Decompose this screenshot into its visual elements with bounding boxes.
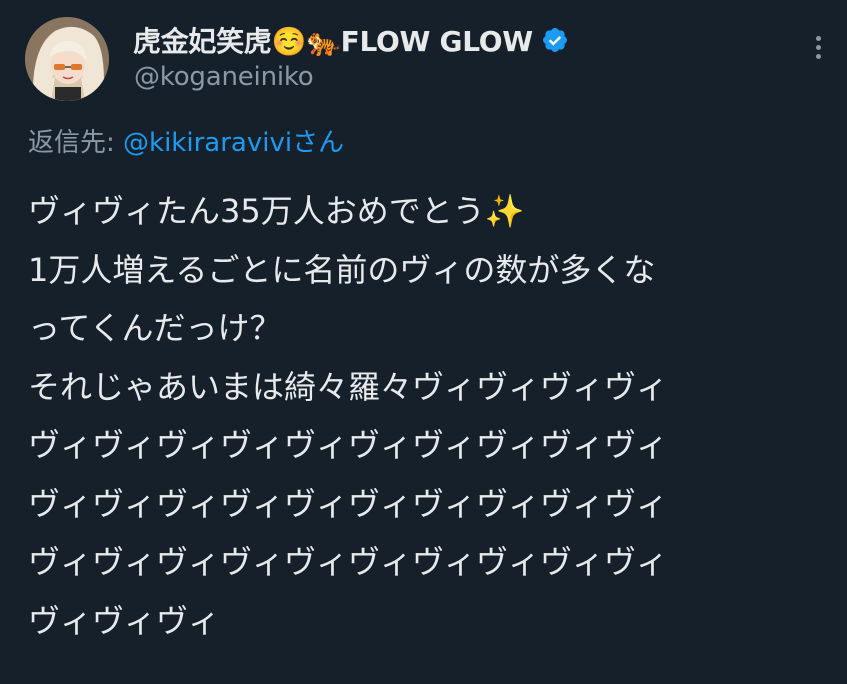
tweet-text-line: 1万人増えるごとに名前のヴィの数が多くな	[28, 250, 656, 289]
reply-user-suffix[interactable]: さん	[292, 128, 344, 158]
user-handle[interactable]: @koganeiniko	[134, 62, 314, 92]
tweet-text-line: ヴィヴィヴィヴィヴィヴィヴィヴィヴィヴィ	[28, 484, 669, 523]
more-dot	[815, 35, 821, 41]
reply-label: 返信先:	[28, 128, 124, 158]
more-dot	[815, 53, 821, 59]
tweet-text-line: ってくんだっけ？	[28, 309, 282, 347]
tweet-text-line: ヴィヴィヴィ	[28, 601, 221, 640]
tweet-text-line: ヴィヴィたん35万人おめでとう✨	[28, 192, 525, 230]
replying-to: 返信先: @kikiraraviviさん	[28, 122, 344, 159]
avatar-image	[25, 17, 109, 101]
tweet-text-line: ヴィヴィヴィヴィヴィヴィヴィヴィヴィヴィ	[28, 426, 669, 464]
avatar[interactable]	[25, 17, 109, 101]
tweet-text-line: ヴィヴィヴィヴィヴィヴィヴィヴィヴィヴィ	[28, 543, 669, 581]
tweet-text-line: それじゃあいまは綺々羅々ヴィヴィヴィヴィ	[28, 367, 669, 406]
tweet-text: ヴィヴィたん35万人おめでとう✨ 1万人増えるごとに名前のヴィの数が多くな って…	[28, 182, 828, 650]
reply-user-link[interactable]: @kikiraravivi	[123, 128, 292, 158]
tweet: 虎金妃笑虎☺️🐅FLOW GLOW @koganeiniko 返信先: @kik…	[0, 0, 847, 684]
display-name[interactable]: 虎金妃笑虎☺️🐅FLOW GLOW	[133, 20, 533, 60]
author-name-row[interactable]: 虎金妃笑虎☺️🐅FLOW GLOW	[133, 18, 569, 62]
more-dot	[815, 44, 821, 50]
more-options-icon[interactable]	[806, 30, 830, 64]
verified-badge-icon	[541, 26, 569, 54]
